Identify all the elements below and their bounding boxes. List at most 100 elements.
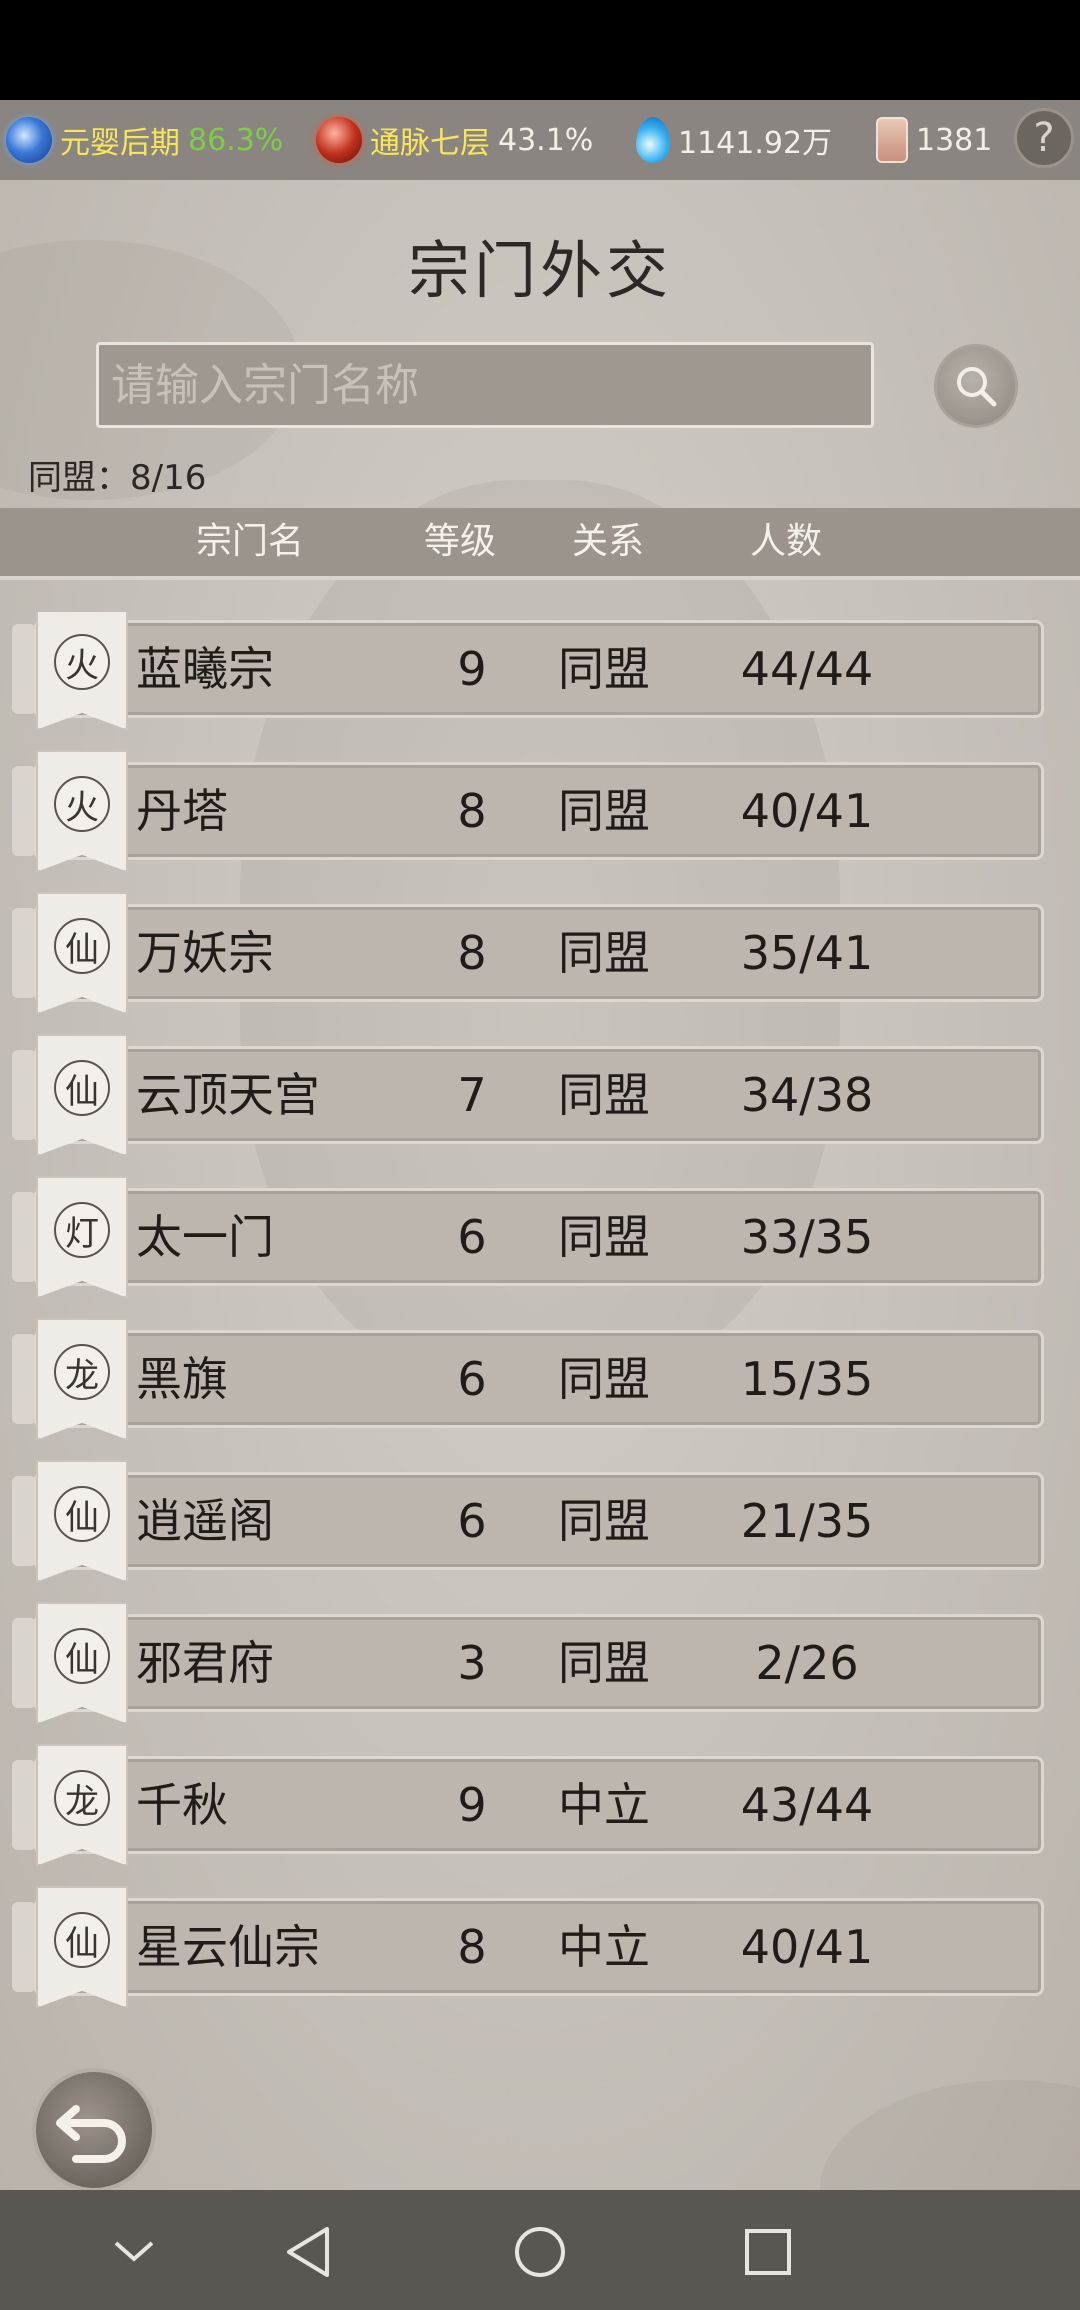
spirit-stone-value: 1141.92万	[678, 126, 833, 161]
dragon-crest-icon: 龙	[54, 1344, 110, 1400]
xian-crest-icon: 仙	[54, 918, 110, 974]
meridian-stat: 通脉七层 43.1%	[316, 100, 636, 180]
sect-members: 40/41	[740, 1920, 874, 1974]
search-icon	[957, 367, 997, 407]
header-relation: 关系	[572, 521, 645, 562]
alliance-count: 同盟：8/16	[28, 458, 207, 498]
square-recents-icon	[745, 2229, 791, 2275]
realm-name: 元婴后期	[60, 126, 180, 161]
sect-level: 9	[457, 642, 487, 696]
status-bar	[0, 0, 1080, 100]
sect-name: 千秋	[136, 1778, 228, 1832]
sect-members: 2/26	[755, 1636, 859, 1690]
sect-name: 云顶天宫	[136, 1068, 320, 1122]
sect-row[interactable]: 仙万妖宗 8 同盟 35/41	[12, 892, 1066, 1014]
sect-members: 40/41	[740, 784, 874, 838]
header-members: 人数	[750, 521, 823, 562]
xian-crest-icon: 仙	[54, 1486, 110, 1542]
sect-name: 太一门	[136, 1210, 274, 1264]
header-level: 等级	[424, 521, 497, 562]
meridian-name: 通脉七层	[370, 126, 490, 161]
realm-stat: 元婴后期 86.3%	[6, 100, 316, 180]
token-value: 1381	[916, 122, 993, 158]
row-edge	[12, 908, 36, 998]
sect-row[interactable]: 仙逍遥阁 6 同盟 21/35	[12, 1460, 1066, 1582]
sect-relation: 同盟	[558, 784, 650, 838]
sect-name: 邪君府	[136, 1636, 274, 1690]
sect-members: 33/35	[740, 1210, 874, 1264]
resource-bar: 元婴后期 86.3% 通脉七层 43.1% 1141.92万 1381 ?	[0, 100, 1080, 180]
back-arrow-icon	[56, 2105, 126, 2163]
sect-relation: 同盟	[558, 1068, 650, 1122]
sect-row[interactable]: 龙千秋 9 中立 43/44	[12, 1744, 1066, 1866]
sect-level: 6	[457, 1210, 487, 1264]
page-title: 宗门外交	[407, 234, 672, 307]
sect-relation: 中立	[558, 1778, 650, 1832]
token-stat: 1381	[876, 100, 1016, 180]
nav-home-button[interactable]	[508, 2220, 572, 2284]
sect-level: 7	[457, 1068, 487, 1122]
row-edge	[12, 1760, 36, 1850]
sect-relation: 同盟	[558, 926, 650, 980]
sect-name: 万妖宗	[136, 926, 274, 980]
sect-row[interactable]: 仙邪君府 3 同盟 2/26	[12, 1602, 1066, 1724]
xian-crest-icon: 仙	[54, 1912, 110, 1968]
nav-back-button[interactable]	[276, 2220, 340, 2284]
xian-crest-icon: 仙	[54, 1628, 110, 1684]
sect-name: 黑旗	[136, 1352, 228, 1406]
flame-crest-icon: 火	[54, 634, 110, 690]
lantern-crest-icon: 灯	[54, 1202, 110, 1258]
row-edge	[12, 624, 36, 714]
sect-search-input[interactable]	[96, 342, 874, 428]
meridian-crystal-icon	[316, 117, 362, 163]
help-icon: ?	[1033, 115, 1055, 161]
sect-members: 34/38	[740, 1068, 874, 1122]
chevron-down-icon	[114, 2241, 154, 2262]
row-edge	[12, 1476, 36, 1566]
sect-level: 3	[457, 1636, 487, 1690]
triangle-back-icon	[287, 2227, 329, 2277]
circle-home-icon	[515, 2227, 565, 2277]
sect-level: 9	[457, 1778, 487, 1832]
header-sect-name: 宗门名	[196, 521, 305, 562]
row-edge	[12, 1902, 36, 1992]
flame-crest-icon: 火	[54, 776, 110, 832]
nav-recents-button[interactable]	[736, 2220, 800, 2284]
sect-members: 35/41	[740, 926, 874, 980]
sect-row[interactable]: 仙云顶天宫 7 同盟 34/38	[12, 1034, 1066, 1156]
sect-relation: 同盟	[558, 642, 650, 696]
sect-row[interactable]: 火丹塔 8 同盟 40/41	[12, 750, 1066, 872]
realm-progress: 86.3%	[188, 122, 284, 158]
row-edge	[12, 1192, 36, 1282]
sect-relation: 同盟	[558, 1352, 650, 1406]
help-button[interactable]: ?	[1014, 108, 1074, 168]
system-nav-bar	[0, 2190, 1080, 2310]
spirit-stone-stat: 1141.92万	[636, 100, 876, 180]
sect-name: 蓝曦宗	[136, 642, 274, 696]
sect-level: 8	[457, 1920, 487, 1974]
sect-level: 6	[457, 1494, 487, 1548]
row-edge	[12, 1618, 36, 1708]
sect-members: 44/44	[740, 642, 874, 696]
table-header: 宗门名 等级 关系 人数	[0, 508, 1080, 580]
scroll-icon	[876, 117, 908, 163]
sect-level: 8	[457, 926, 487, 980]
water-drop-icon	[636, 117, 670, 163]
sect-row[interactable]: 火蓝曦宗 9 同盟 44/44	[12, 612, 1066, 730]
sect-row[interactable]: 仙星云仙宗 8 中立 40/41	[12, 1886, 1066, 2008]
sect-row[interactable]: 灯太一门 6 同盟 33/35	[12, 1176, 1066, 1298]
sect-relation: 同盟	[558, 1210, 650, 1264]
sect-relation: 中立	[558, 1920, 650, 1974]
sect-list[interactable]: 火蓝曦宗 9 同盟 44/44 火丹塔 8 同盟 40/41 仙万妖宗 8 同盟 35/41 仙云顶天宫…	[0, 612, 1080, 2170]
sect-name: 星云仙宗	[136, 1920, 320, 1974]
row-edge	[12, 766, 36, 856]
search-button[interactable]	[934, 344, 1018, 428]
sect-level: 6	[457, 1352, 487, 1406]
xian-crest-icon: 仙	[54, 1060, 110, 1116]
sect-row[interactable]: 龙黑旗 6 同盟 15/35	[12, 1318, 1066, 1440]
nav-collapse-button[interactable]	[102, 2220, 166, 2284]
sect-level: 8	[457, 784, 487, 838]
meridian-progress: 43.1%	[498, 122, 594, 158]
sect-name: 逍遥阁	[136, 1494, 274, 1548]
back-button[interactable]	[32, 2068, 156, 2192]
